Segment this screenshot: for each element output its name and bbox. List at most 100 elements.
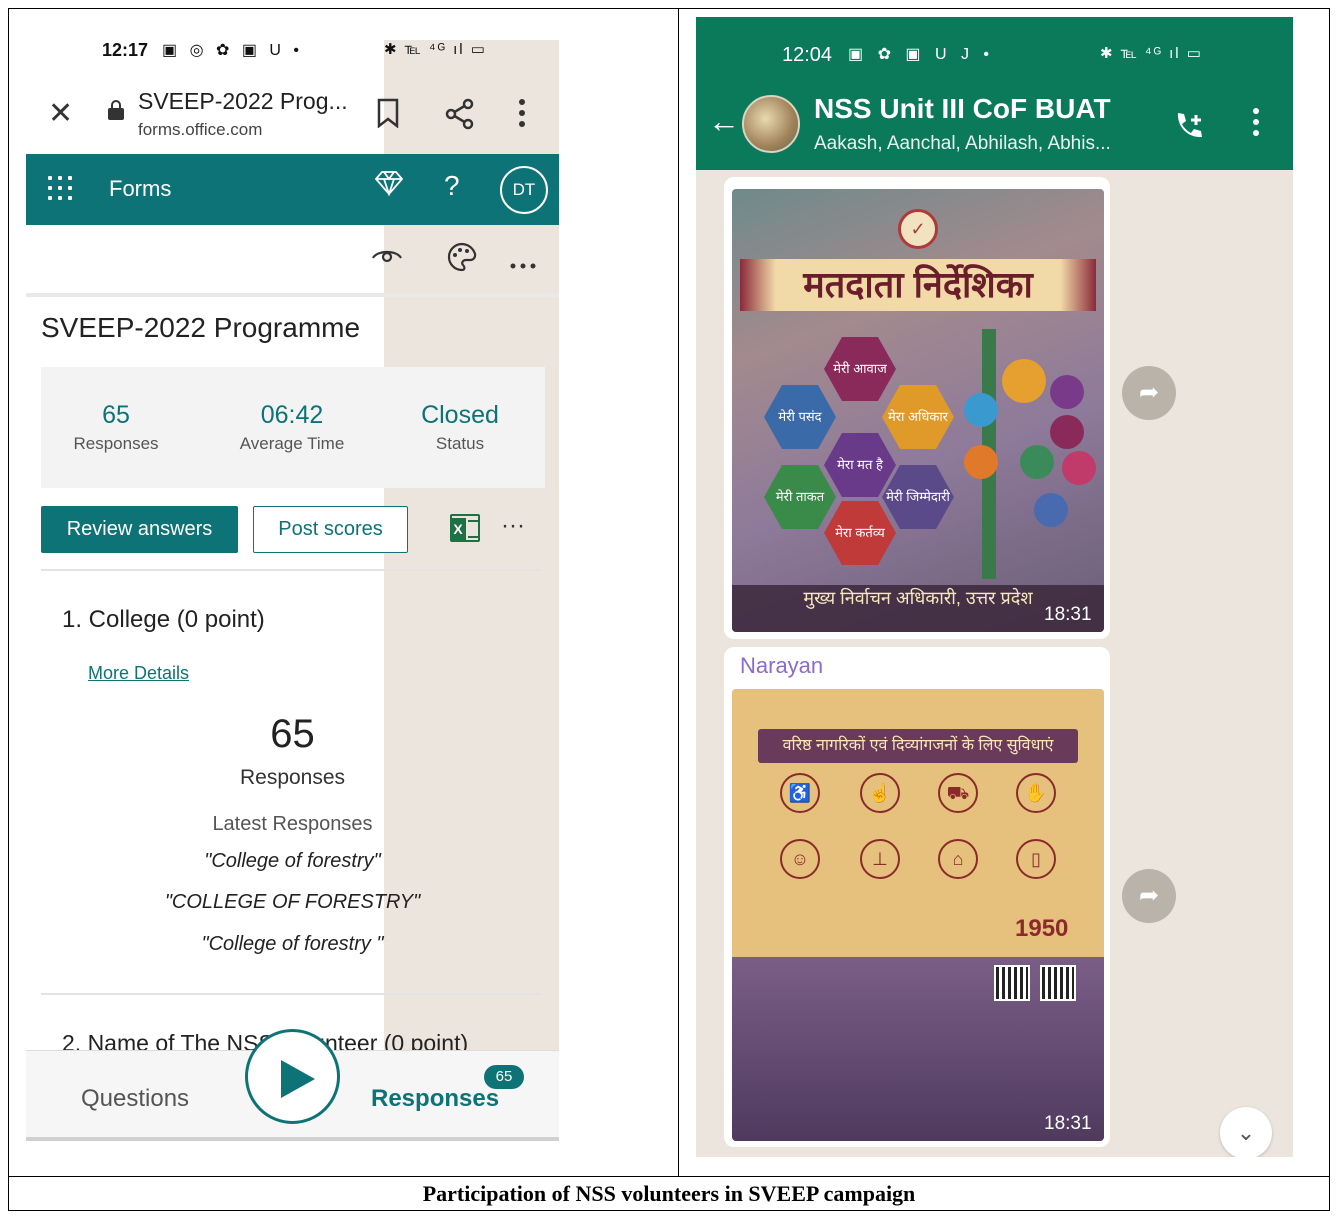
divider	[41, 993, 541, 995]
tree-dot	[1050, 415, 1084, 449]
ramp-icon: ⊥	[860, 839, 900, 879]
lock-icon	[108, 100, 124, 120]
back-arrow-icon[interactable]: ←	[708, 103, 740, 140]
voter-guide-image[interactable]: ✓ मतदाता निर्देशिका मेरी आवाज मेरी पसंद …	[732, 189, 1104, 632]
page-host[interactable]: forms.office.com	[138, 120, 262, 140]
group-avatar[interactable]	[742, 95, 800, 153]
add-call-icon[interactable]	[1172, 109, 1206, 151]
tree-dot	[964, 393, 998, 427]
tree-dot	[1034, 493, 1068, 527]
status-icons: ▣ ✿ ▣ U J •	[848, 46, 995, 63]
forms-app-bar: Forms ? DT	[26, 154, 559, 225]
forms-screenshot: 12:17 ▣ ◎ ✿ ▣ U • ✱ ℡ ⁴ᴳ ıl ▭ ✕ SVEEP-20…	[26, 26, 559, 1141]
form-title: SVEEP-2022 Programme	[41, 312, 361, 343]
response-count-label: Responses	[239, 766, 346, 789]
hex-label: मेरी आवाज	[824, 337, 896, 401]
message-time: 18:31	[1044, 604, 1092, 625]
scroll-down-icon[interactable]: ⌄	[1220, 1107, 1272, 1157]
page-title: SVEEP-2022 Prog...	[138, 88, 348, 114]
sign-language-icon: ✋	[1016, 773, 1056, 813]
review-answers-button[interactable]: Review answers	[41, 506, 238, 553]
send-icon	[281, 1060, 315, 1098]
preview-eye-icon[interactable]	[370, 241, 404, 272]
group-name[interactable]: NSS Unit III CoF BUAT	[814, 93, 1111, 125]
status-bar: 12:17 ▣ ◎ ✿ ▣ U • ✱ ℡ ⁴ᴳ ıl ▭	[26, 26, 559, 1141]
form-toolbar	[26, 225, 559, 297]
tree-dot	[1002, 359, 1046, 403]
forward-icon[interactable]: ➦	[1122, 869, 1176, 923]
excel-icon[interactable]: X	[450, 514, 480, 542]
share-icon[interactable]	[444, 98, 476, 137]
figure-caption: Participation of NSS volunteers in SVEEP…	[422, 1181, 916, 1206]
tree-dot	[964, 445, 998, 479]
status-icons: ▣ ◎ ✿ ▣ U •	[162, 42, 303, 59]
election-logo-icon: ✓	[898, 209, 938, 249]
stat-status: Closed Status	[411, 401, 509, 454]
more-options-icon[interactable]	[510, 245, 536, 276]
status-time: 12:04	[782, 44, 833, 66]
post-scores-button[interactable]: Post scores	[253, 506, 408, 553]
hex-label: मेरी जिम्मेदारी	[882, 465, 954, 529]
stat-label: Status	[435, 434, 485, 453]
send-button[interactable]	[245, 1029, 340, 1124]
tree-dot	[1020, 445, 1054, 479]
latest-response: "College of forestry"	[204, 850, 381, 872]
tree-dot	[1062, 451, 1096, 485]
forward-icon[interactable]: ➦	[1122, 366, 1176, 420]
table-column-divider	[678, 8, 679, 1176]
queue-icon: ▯	[1016, 839, 1056, 879]
qr-code-icon	[1040, 965, 1076, 1001]
app-launcher-icon[interactable]	[48, 176, 72, 200]
kebab-menu-icon[interactable]	[1252, 107, 1260, 145]
divider	[41, 569, 541, 571]
app-name: Forms	[109, 176, 172, 201]
hex-label: मेरी ताकत	[764, 465, 836, 529]
hex-label: मेरा मत है	[824, 433, 896, 497]
bookmark-icon[interactable]	[376, 98, 400, 135]
stat-average-time: 06:42 Average Time	[227, 401, 357, 454]
tree-dot	[1050, 375, 1084, 409]
hex-label: मेरी पसंद	[764, 385, 836, 449]
status-time: 12:17	[102, 40, 149, 60]
latest-responses-heading: Latest Responses	[212, 813, 373, 835]
helpline-number: 1950	[1015, 915, 1069, 942]
latest-response: "College of forestry "	[201, 933, 384, 955]
stat-responses: 65 Responses	[61, 401, 171, 454]
whatsapp-screenshot: 12:04 ▣ ✿ ▣ U J • ✱ ℡ ⁴ᴳ ıl ▭ ← NSS Unit…	[696, 17, 1293, 1157]
stat-value: 65	[102, 401, 130, 429]
premium-diamond-icon[interactable]	[374, 170, 404, 203]
hex-label: मेरा कर्तव्य	[824, 501, 896, 565]
qr-code-icon	[994, 965, 1030, 1001]
question-1-title: 1. College (0 point)	[62, 606, 265, 633]
braille-icon: ☝	[860, 773, 900, 813]
response-count: 65	[270, 712, 315, 756]
kebab-menu-icon[interactable]	[518, 98, 526, 135]
status-right-icons: ✱ ℡ ⁴ᴳ ıl ▭	[1100, 45, 1203, 62]
more-actions-button[interactable]: ···	[501, 512, 525, 540]
hex-label: मेरा अधिकार	[882, 385, 954, 449]
responses-count-badge: 65	[484, 1065, 524, 1089]
facilities-poster-image[interactable]: वरिष्ठ नागरिकों एवं दिव्यांगजनों के लिए …	[732, 689, 1104, 1141]
tab-responses[interactable]: Responses	[371, 1085, 499, 1113]
form-stats: 65 Responses 06:42 Average Time Closed S…	[41, 367, 545, 488]
browser-url-bar: ✕ SVEEP-2022 Prog... forms.office.com	[26, 76, 559, 154]
group-members[interactable]: Aakash, Aanchal, Abhilash, Abhis...	[814, 133, 1111, 155]
more-details-link[interactable]: More Details	[88, 663, 189, 684]
help-icon[interactable]: ?	[444, 170, 460, 202]
image-title: मतदाता निर्देशिका	[740, 259, 1096, 311]
sender-name[interactable]: Narayan	[740, 653, 823, 679]
wheelchair-icon: ♿	[780, 773, 820, 813]
transport-icon: ⛟	[938, 773, 978, 813]
message-time: 18:31	[1044, 1113, 1092, 1134]
stat-label: Responses	[73, 434, 159, 453]
stat-value: Closed	[421, 401, 499, 429]
stat-label: Average Time	[239, 434, 345, 453]
theme-palette-icon[interactable]	[446, 241, 478, 280]
latest-response: "COLLEGE OF FORESTRY"	[164, 891, 421, 913]
volunteer-icon: ☺	[780, 839, 820, 879]
polling-booth-icon: ⌂	[938, 839, 978, 879]
stat-value: 06:42	[260, 401, 324, 429]
tab-questions[interactable]: Questions	[81, 1085, 189, 1113]
avatar[interactable]: DT	[500, 166, 548, 214]
close-icon[interactable]: ✕	[48, 96, 73, 131]
